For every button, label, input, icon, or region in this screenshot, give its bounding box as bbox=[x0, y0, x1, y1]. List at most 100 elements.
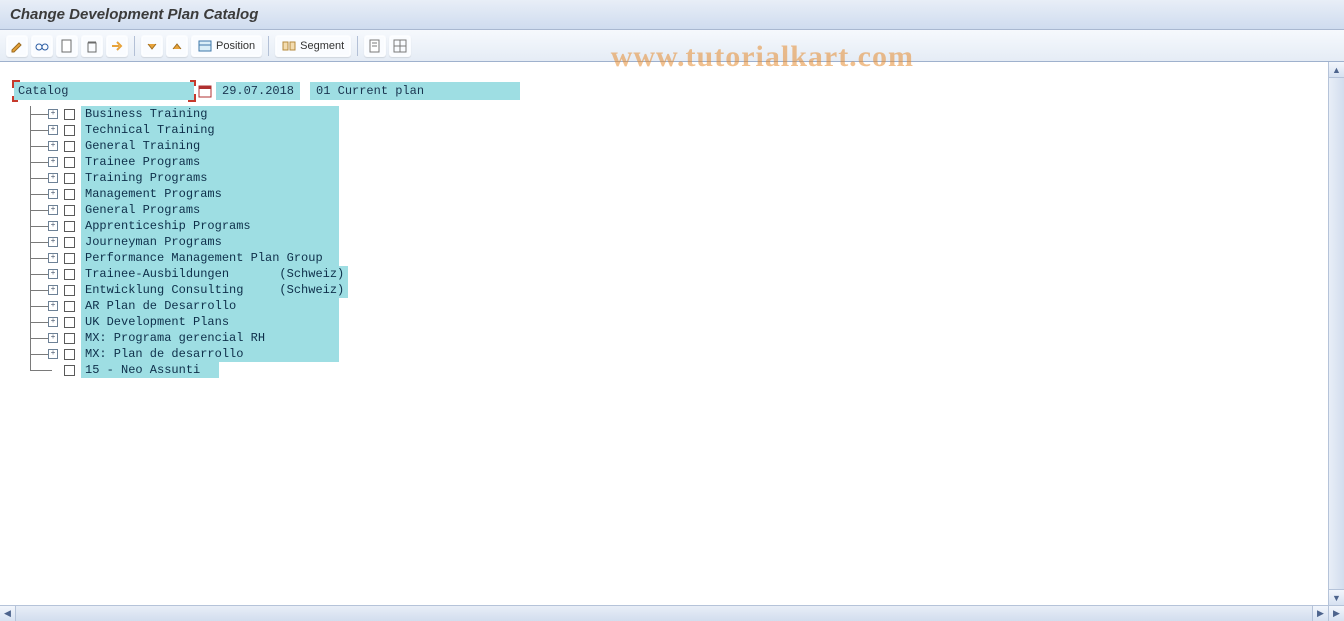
node-label[interactable]: Apprenticeship Programs bbox=[81, 218, 339, 234]
tree-row[interactable]: + Journeyman Programs bbox=[20, 234, 1328, 250]
scroll-up-icon[interactable]: ▲ bbox=[1329, 62, 1344, 78]
node-label[interactable]: Journeyman Programs bbox=[81, 234, 339, 250]
node-label[interactable]: Management Programs bbox=[81, 186, 339, 202]
page-icon bbox=[61, 39, 73, 53]
expand-node-icon[interactable]: + bbox=[48, 173, 58, 183]
expand-node-icon[interactable]: + bbox=[48, 285, 58, 295]
node-checkbox[interactable] bbox=[64, 109, 75, 120]
expand-node-icon[interactable]: + bbox=[48, 333, 58, 343]
expand-node-icon[interactable]: + bbox=[48, 317, 58, 327]
node-checkbox[interactable] bbox=[64, 221, 75, 232]
delete-button[interactable] bbox=[81, 35, 103, 57]
tree-row[interactable]: + General Programs bbox=[20, 202, 1328, 218]
catalog-plan: 01 Current plan bbox=[310, 82, 520, 100]
other-view-button[interactable] bbox=[31, 35, 53, 57]
tree-row[interactable]: + Apprenticeship Programs bbox=[20, 218, 1328, 234]
expand-node-icon[interactable]: + bbox=[48, 189, 58, 199]
tree-row[interactable]: + MX: Programa gerencial RH bbox=[20, 330, 1328, 346]
navigate-button[interactable] bbox=[106, 35, 128, 57]
position-button[interactable]: Position bbox=[191, 35, 262, 57]
node-label[interactable]: UK Development Plans bbox=[81, 314, 339, 330]
node-label[interactable]: General Programs bbox=[81, 202, 339, 218]
tree-connector: + bbox=[20, 138, 54, 154]
position-label: Position bbox=[216, 40, 255, 52]
scroll-right-icon[interactable]: ▶ bbox=[1312, 606, 1328, 621]
expand-node-icon[interactable]: + bbox=[48, 125, 58, 135]
expand-node-icon[interactable]: + bbox=[48, 205, 58, 215]
catalog-date: 29.07.2018 bbox=[216, 82, 300, 100]
expand-node-icon[interactable]: + bbox=[48, 141, 58, 151]
node-checkbox[interactable] bbox=[64, 269, 75, 280]
tree-row[interactable]: + MX: Plan de desarrollo bbox=[20, 346, 1328, 362]
tree-row[interactable]: + AR Plan de Desarrollo bbox=[20, 298, 1328, 314]
tree-row[interactable]: + Business Training bbox=[20, 106, 1328, 122]
node-checkbox[interactable] bbox=[64, 301, 75, 312]
tree-row[interactable]: + Entwicklung Consulting (Schweiz) bbox=[20, 282, 1328, 298]
content-area: Catalog 29.07.2018 01 Current plan + Busi… bbox=[0, 62, 1328, 605]
tree-row[interactable]: 15 - Neo Assunti bbox=[20, 362, 1328, 378]
expand-node-icon[interactable]: + bbox=[48, 349, 58, 359]
scroll-down-icon[interactable]: ▼ bbox=[1329, 589, 1344, 605]
node-checkbox[interactable] bbox=[64, 205, 75, 216]
node-label[interactable]: Training Programs bbox=[81, 170, 339, 186]
node-checkbox[interactable] bbox=[64, 173, 75, 184]
node-label[interactable]: Business Training bbox=[81, 106, 339, 122]
scroll-right2-icon[interactable]: ▶ bbox=[1328, 606, 1344, 621]
node-label[interactable]: Trainee-Ausbildungen (Schweiz) bbox=[81, 266, 348, 282]
node-label[interactable]: 15 - Neo Assunti bbox=[81, 362, 219, 378]
tree-row[interactable]: + Technical Training bbox=[20, 122, 1328, 138]
tree-connector: + bbox=[20, 186, 54, 202]
node-checkbox[interactable] bbox=[64, 157, 75, 168]
node-checkbox[interactable] bbox=[64, 365, 75, 376]
tree-row[interactable]: + Management Programs bbox=[20, 186, 1328, 202]
toolbar-separator bbox=[134, 36, 135, 56]
tree-row[interactable]: + Trainee-Ausbildungen (Schweiz) bbox=[20, 266, 1328, 282]
expand-node-icon[interactable]: + bbox=[48, 221, 58, 231]
expand-node-icon[interactable]: + bbox=[48, 269, 58, 279]
collapse-button[interactable] bbox=[166, 35, 188, 57]
scroll-track[interactable] bbox=[16, 606, 1312, 621]
calendar-icon[interactable] bbox=[198, 84, 212, 98]
tree-row[interactable]: + UK Development Plans bbox=[20, 314, 1328, 330]
tree-row[interactable]: + Training Programs bbox=[20, 170, 1328, 186]
node-label[interactable]: AR Plan de Desarrollo bbox=[81, 298, 339, 314]
node-label[interactable]: Entwicklung Consulting (Schweiz) bbox=[81, 282, 348, 298]
segment-button[interactable]: Segment bbox=[275, 35, 351, 57]
toggle-edit-button[interactable] bbox=[6, 35, 28, 57]
tree-row[interactable]: + Trainee Programs bbox=[20, 154, 1328, 170]
expand-node-icon[interactable]: + bbox=[48, 301, 58, 311]
create-button[interactable] bbox=[56, 35, 78, 57]
node-label[interactable]: MX: Plan de desarrollo bbox=[81, 346, 339, 362]
expand-node-icon[interactable]: + bbox=[48, 237, 58, 247]
node-checkbox[interactable] bbox=[64, 189, 75, 200]
node-label[interactable]: Performance Management Plan Group bbox=[81, 250, 339, 266]
node-checkbox[interactable] bbox=[64, 253, 75, 264]
node-checkbox[interactable] bbox=[64, 237, 75, 248]
expand-button[interactable] bbox=[141, 35, 163, 57]
extra2-button[interactable] bbox=[389, 35, 411, 57]
node-checkbox[interactable] bbox=[64, 349, 75, 360]
tree-connector: + bbox=[20, 218, 54, 234]
node-label[interactable]: MX: Programa gerencial RH bbox=[81, 330, 339, 346]
node-checkbox[interactable] bbox=[64, 141, 75, 152]
node-label[interactable]: General Training bbox=[81, 138, 339, 154]
expand-node-icon[interactable]: + bbox=[48, 157, 58, 167]
tree-connector: + bbox=[20, 106, 54, 122]
node-checkbox[interactable] bbox=[64, 285, 75, 296]
vertical-scrollbar[interactable]: ▲ ▼ bbox=[1328, 62, 1344, 605]
tree-row[interactable]: + Performance Management Plan Group bbox=[20, 250, 1328, 266]
node-label[interactable]: Trainee Programs bbox=[81, 154, 339, 170]
expand-node-icon[interactable]: + bbox=[48, 253, 58, 263]
tree-connector: + bbox=[20, 154, 54, 170]
node-label[interactable]: Technical Training bbox=[81, 122, 339, 138]
horizontal-scrollbar[interactable]: ◀ ▶ ▶ bbox=[0, 605, 1344, 621]
catalog-root-label[interactable]: Catalog bbox=[14, 82, 194, 100]
node-checkbox[interactable] bbox=[64, 333, 75, 344]
expand-down-icon bbox=[145, 39, 159, 53]
tree-row[interactable]: + General Training bbox=[20, 138, 1328, 154]
node-checkbox[interactable] bbox=[64, 317, 75, 328]
node-checkbox[interactable] bbox=[64, 125, 75, 136]
expand-node-icon[interactable]: + bbox=[48, 109, 58, 119]
extra1-button[interactable] bbox=[364, 35, 386, 57]
scroll-left-icon[interactable]: ◀ bbox=[0, 606, 16, 621]
